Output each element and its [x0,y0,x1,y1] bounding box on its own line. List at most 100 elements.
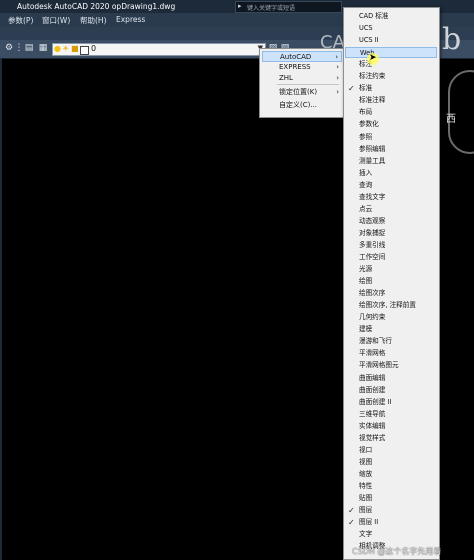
toolbar-list-item[interactable]: 测量工具 [345,156,437,167]
toolbar-list-item-label: 参照 [359,132,373,141]
layer-dropdown[interactable]: ● ☀ ■ 0 ▼ [52,43,266,56]
toolbar-list-item[interactable]: 绘图次序 [345,288,437,299]
menu-express[interactable]: Express [116,15,145,24]
toolbar-list-item[interactable]: 绘图 [345,276,437,287]
toolbar-list-item[interactable]: 缩放 [345,469,437,480]
toolbar-list-item-label: 标注约束 [359,72,386,81]
layer-state-icon[interactable]: ▦ [38,43,48,53]
toolbar-list-item[interactable]: 曲面创建 [345,385,437,396]
toolbar-list-item-label: 工作空间 [359,253,386,261]
toolbar-list-item-label: 文字 [359,530,373,539]
toolbar-list-item-label: UCS [359,24,373,33]
toolbar-list-item[interactable]: 动态观察 [345,216,437,227]
toolbar-list-item[interactable]: 特性 [345,481,437,492]
menu-item-customize[interactable]: 自定义(C)... [262,100,342,111]
toolbar-list-item[interactable]: 工作空间 [345,252,437,263]
mouse-pointer-icon: ➤ [369,53,377,63]
toolbar-list-item[interactable]: 视图 [345,457,437,468]
toolbar-list-item[interactable]: 查找文字 [345,192,437,203]
menu-item-lock-location[interactable]: 锁定位置(K) › [262,87,342,98]
sun-icon: ☀ [62,44,70,53]
toolbar-list-item[interactable]: 插入 [345,168,437,179]
menu-parameters[interactable]: 参数(P) [8,15,33,26]
toolbar-list-item[interactable]: 光源 [345,264,437,275]
toolbar-list-item-label: 绘图次序, 注释前置 [359,301,416,310]
toolbar-list-item-label: 布局 [359,108,373,117]
toolbar-list-item-label: 曲面编辑 [359,373,386,382]
toolbar-list-item-label: 参照编辑 [359,144,386,153]
toolbar-list-item[interactable]: 文字 [345,529,437,540]
checkmark-icon: ✓ [348,84,355,94]
menu-help[interactable]: 帮助(H) [80,15,107,26]
chevron-right-icon: › [336,74,339,82]
grip-icon: ⋮ [14,43,24,53]
toolbar-list-item[interactable]: ✓ 图层 II [345,517,437,528]
toolbar-list-item[interactable]: 视觉样式 [345,433,437,444]
toolbar-list-item-label: 插入 [359,168,373,177]
toolbar-list-item[interactable]: 贴图 [345,493,437,504]
toolbar-list-item[interactable]: 查询 [345,180,437,191]
toolbar-list-item-label: 缩放 [359,469,373,478]
toolbar-list-item-label: 曲面创建 [359,385,386,394]
toolbar-list-item-label: 特性 [359,481,373,490]
window-border [0,58,2,560]
toolbar-list-item-label: 图层 [359,506,373,515]
viewcube-west-label: 西 [446,114,456,125]
menu-separator [277,84,339,85]
toolbar-list-item-label: 标准注释 [359,96,386,105]
menu-item-autocad[interactable]: AutoCAD › [262,51,342,62]
menu-item-express[interactable]: EXPRESS › [262,62,342,73]
toolbar-list-item[interactable]: 多重引线 [345,240,437,251]
toolbar-list-item-label: 图层 II [359,518,379,527]
toolbar-list-item[interactable]: ✓ 图层 [345,505,437,516]
toolbar-list-item[interactable]: 布局 [345,107,437,118]
toolbar-list-item[interactable]: 三维导航 [345,409,437,420]
toolbar-list-item[interactable]: 平滑网格 [345,348,437,359]
toolbar-list-item-label: 光源 [359,265,373,274]
toolbar-list-item-label: 查询 [359,180,373,189]
toolbar-list-item[interactable]: 曲面创建 II [345,397,437,408]
toolbar-list-item[interactable]: 几何约束 [345,312,437,323]
lock-icon: ■ [71,44,79,53]
checkmark-icon: ✓ [348,518,355,528]
toolbar-list-item[interactable]: 建模 [345,324,437,335]
toolbar-context-menu: AutoCAD › EXPRESS › ZHL › 锁定位置(K) › 自定义(… [259,48,345,118]
toolbar-list-item-label: 视图 [359,457,373,466]
toolbar-list-item[interactable]: ✓ 标准 [345,83,437,94]
toolbar-list-item-label: 漫游和飞行 [359,337,392,346]
toolbar-list-item-label: 视口 [359,445,373,454]
toolbar-list-item[interactable]: 平滑网格图元 [345,360,437,371]
toolbar-list-item[interactable]: 标准注释 [345,95,437,106]
toolbar-list-item[interactable]: 点云 [345,204,437,215]
toolbar-list-item[interactable]: UCS II [345,35,437,46]
toolbar-list-item[interactable]: 曲面编辑 [345,373,437,384]
toolbar-list-item[interactable]: 标注约束 [345,71,437,82]
toolbar-list-item[interactable]: 标注 [345,59,437,70]
bulb-icon: ● [54,44,61,53]
toolbar-list-item[interactable]: 参照编辑 [345,144,437,155]
toolbar-list-item[interactable]: 绘图次序, 注释前置 [345,300,437,311]
toolbar-list-item-label: 几何约束 [359,313,386,322]
toolbar-list-item[interactable]: Web [345,47,437,59]
toolbar-list-item-label: 标准 [359,84,373,93]
search-placeholder: 键入关键字或短语 [247,5,296,12]
toolbar-list-item-label: 三维导航 [359,409,386,418]
toolbar-list-item[interactable]: 参照 [345,132,437,143]
search-box[interactable]: ▸ 键入关键字或短语 [235,1,342,13]
menu-window[interactable]: 窗口(W) [42,15,70,26]
toolbar-list-item[interactable]: 视口 [345,445,437,456]
settings-icon[interactable]: ⚙ [4,43,14,53]
footer-watermark: CSDN @这个名字先用着 [352,547,442,556]
menu-item-zhl[interactable]: ZHL › [262,73,342,84]
toolbar-list-item[interactable]: 对象捕捉 [345,228,437,239]
toolbar-list-item[interactable]: 漫游和飞行 [345,336,437,347]
checkmark-icon: ✓ [348,506,355,516]
toolbar-list-item-label: 平滑网格 [359,349,386,358]
layer-properties-icon[interactable]: ▤ [24,43,34,53]
toolbar-list-item-label: 多重引线 [359,240,386,249]
toolbar-list-item[interactable]: UCS [345,23,437,34]
toolbar-list-item[interactable]: 参数化 [345,119,437,130]
toolbar-list-item-label: 查找文字 [359,192,386,201]
toolbar-list-item[interactable]: CAD 标准 [345,11,437,22]
toolbar-list-item[interactable]: 实体编辑 [345,421,437,432]
